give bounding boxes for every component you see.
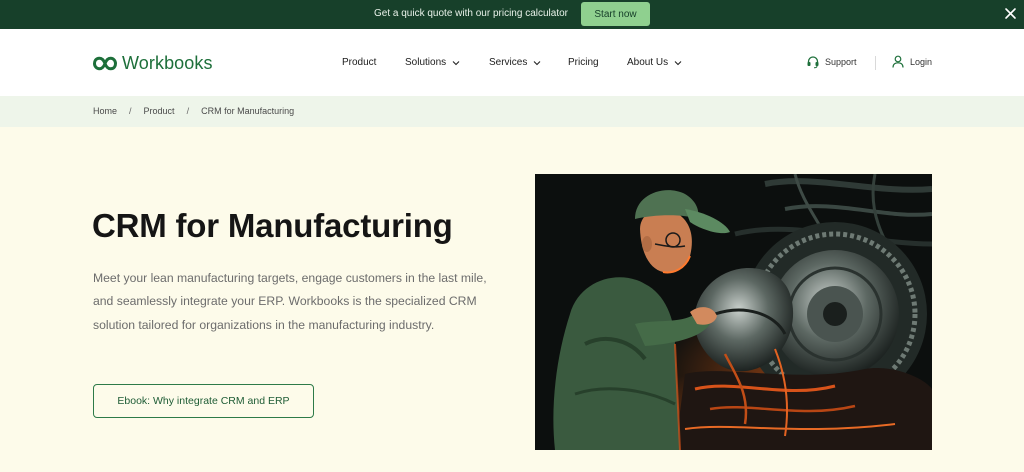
nav-product[interactable]: Product [342, 57, 376, 68]
headset-icon [807, 56, 819, 69]
start-now-button[interactable]: Start now [581, 2, 650, 26]
nav-about-us[interactable]: About Us [627, 57, 682, 68]
breadcrumb-separator: / [186, 106, 190, 116]
chevron-down-icon [452, 60, 460, 65]
logo-text: Workbooks [122, 53, 213, 73]
workbooks-logo-icon [93, 56, 117, 71]
hero-illustration [535, 174, 932, 450]
nav-solutions-label: Solutions [405, 57, 447, 68]
announcement-bar: Get a quick quote with our pricing calcu… [0, 0, 1024, 29]
nav-services[interactable]: Services [489, 57, 541, 68]
chevron-down-icon [533, 60, 541, 65]
login-link[interactable]: Login [892, 55, 932, 68]
chevron-down-icon [674, 60, 682, 65]
nav-services-label: Services [489, 57, 528, 68]
announcement-text: Get a quick quote with our pricing calcu… [374, 8, 568, 19]
breadcrumb-bar: Home / Product / CRM for Manufacturing [0, 96, 1024, 127]
hero-description: Meet your lean manufacturing targets, en… [93, 271, 487, 332]
user-icon [892, 55, 904, 68]
nav-solutions[interactable]: Solutions [405, 57, 460, 68]
breadcrumb-home[interactable]: Home [93, 106, 117, 116]
nav-about-us-label: About Us [627, 57, 669, 68]
breadcrumb-current: CRM for Manufacturing [201, 106, 295, 116]
workbooks-logo[interactable]: Workbooks [93, 53, 213, 74]
page-title: CRM for Manufacturing [92, 207, 453, 244]
nav-pricing[interactable]: Pricing [568, 57, 599, 68]
header-divider [875, 56, 876, 70]
support-label: Support [825, 57, 857, 67]
site-header: Workbooks Product Solutions Services Pri… [0, 29, 1024, 96]
nav-pricing-label: Pricing [568, 57, 599, 68]
close-icon[interactable] [1003, 6, 1018, 21]
breadcrumb: Home / Product / CRM for Manufacturing [93, 106, 294, 116]
login-label: Login [910, 56, 933, 67]
support-link[interactable]: Support [806, 55, 857, 69]
breadcrumb-separator: / [129, 106, 132, 116]
ebook-cta-button[interactable]: Ebook: Why integrate CRM and ERP [93, 384, 314, 418]
nav-product-label: Product [342, 57, 377, 68]
breadcrumb-product[interactable]: Product [144, 106, 175, 116]
mechanic-engine-illustration [535, 174, 932, 450]
